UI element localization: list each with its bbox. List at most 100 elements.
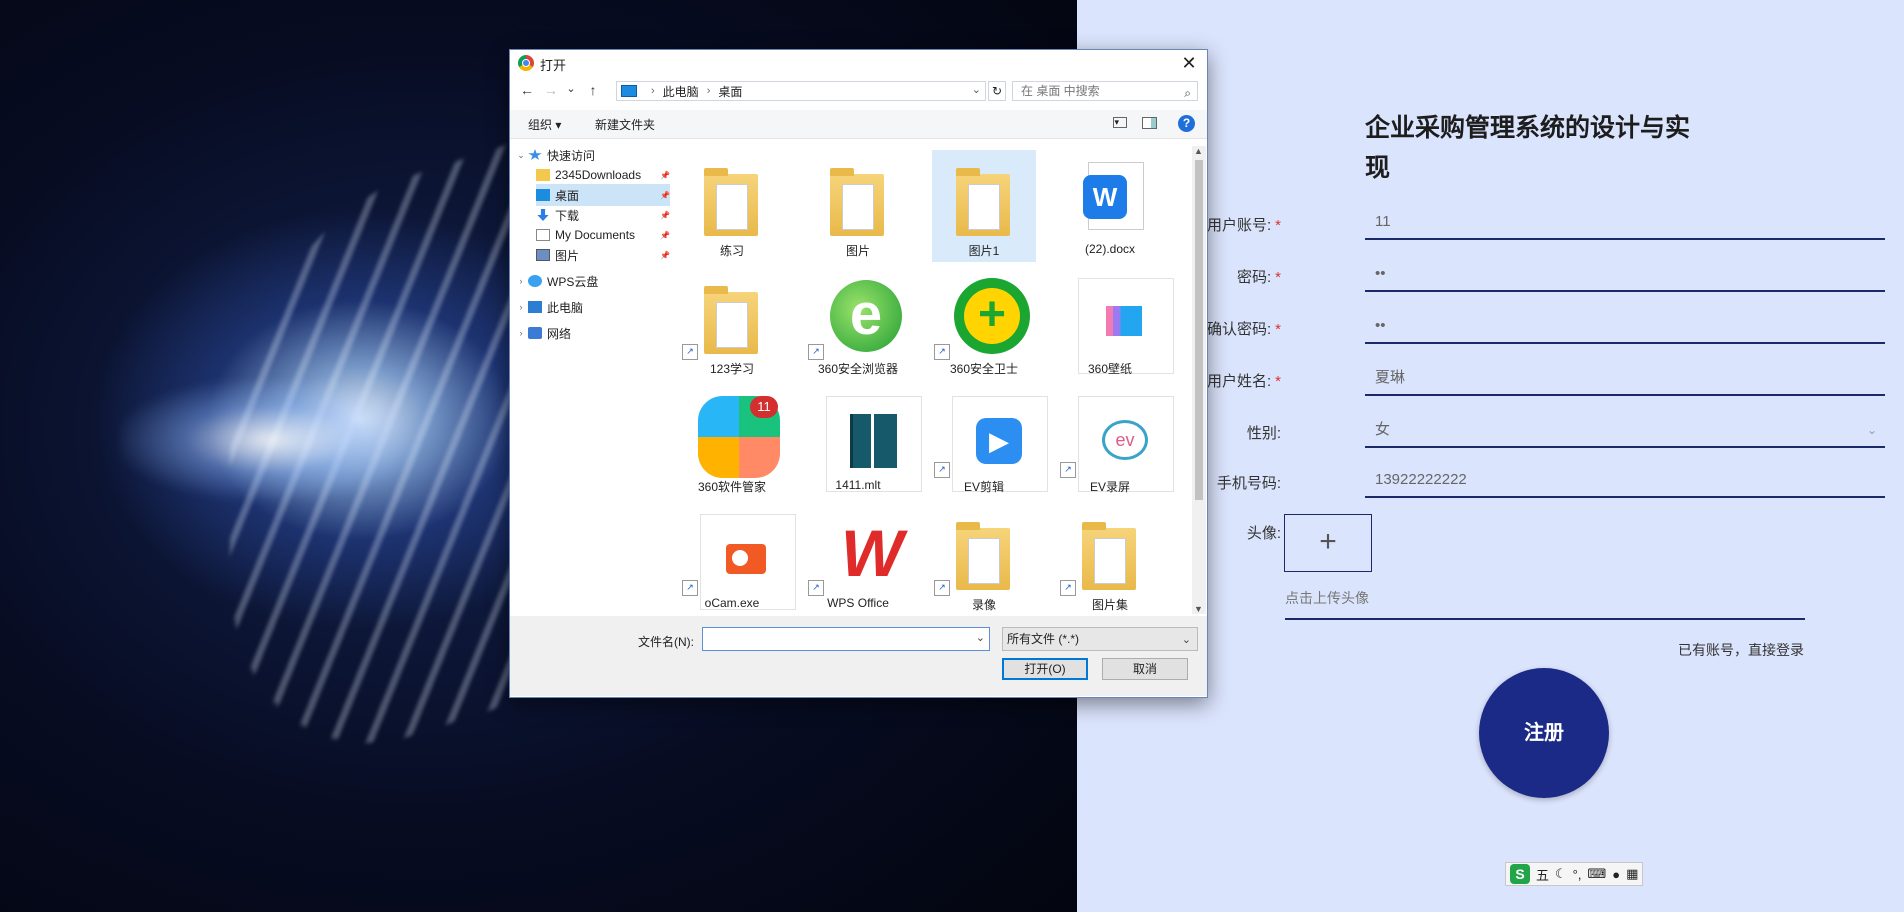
chevron-right-icon[interactable]: ›	[514, 328, 528, 338]
login-link[interactable]: 已有账号，直接登录	[1678, 640, 1804, 660]
search-input[interactable]: 在 桌面 中搜索 ⌕	[1012, 81, 1198, 101]
sidebar-item[interactable]: ⌄ 快速访问	[514, 144, 670, 166]
username-input[interactable]: 11	[1365, 206, 1885, 240]
video-editor-icon: ▶	[976, 418, 1022, 464]
chevron-down-icon[interactable]: ⌄	[514, 150, 528, 161]
chevron-right-icon[interactable]: ›	[514, 276, 528, 286]
organize-button[interactable]: 组织 ▾	[528, 116, 561, 133]
moon-icon[interactable]: ☾	[1555, 866, 1567, 882]
close-button[interactable]: ✕	[1177, 51, 1201, 75]
file-list: 练习 图片 图片1 W (22).docx ↗ 123学习 e ↗ 360安全浏览器 + ↗ 360安全…	[680, 146, 1190, 614]
file-item[interactable]: + ↗ 360安全卫士	[932, 268, 1036, 380]
network-icon	[528, 327, 542, 339]
username-row: 用户账号: * 11	[1157, 204, 1885, 244]
cancel-button[interactable]: 取消	[1102, 658, 1188, 680]
back-button[interactable]: ←	[518, 82, 536, 98]
file-item[interactable]: W (22).docx	[1058, 150, 1162, 262]
folder-icon	[1082, 522, 1136, 590]
grid-icon[interactable]: ▦	[1626, 866, 1638, 882]
file-item[interactable]: W ↗ WPS Office	[806, 504, 910, 614]
punct-icon[interactable]: °,	[1573, 867, 1582, 882]
scroll-up-icon[interactable]: ▲	[1194, 146, 1203, 156]
user-icon[interactable]: ●	[1612, 867, 1620, 882]
ime-toolbar[interactable]: S 五 ☾ °, ⌨ ● ▦	[1505, 862, 1644, 886]
recent-locations-button[interactable]: ⌄	[562, 82, 580, 95]
filename-input[interactable]: ⌄	[702, 627, 990, 651]
file-item[interactable]: ▶ ↗ EV剪辑	[932, 386, 1048, 498]
file-item[interactable]: 1411.mlt	[806, 386, 922, 498]
up-button[interactable]: ↑	[584, 82, 602, 98]
breadcrumb-item[interactable]: 此电脑	[663, 83, 699, 100]
vertical-scrollbar[interactable]: ▲ ▼	[1192, 146, 1206, 614]
file-icon: ▶ ↗	[934, 394, 1048, 492]
avatar-upload-button[interactable]: +	[1284, 514, 1372, 572]
sidebar-item[interactable]: 图片 📌	[536, 244, 670, 266]
file-item[interactable]: 图片1	[932, 150, 1036, 262]
dialog-footer: 文件名(N): ⌄ 所有文件 (*.*) ⌄ 打开(O) 取消	[510, 616, 1207, 696]
file-item[interactable]: ↗ 录像	[932, 504, 1036, 614]
file-icon	[820, 394, 922, 492]
scrollbar-thumb[interactable]	[1195, 160, 1203, 500]
file-item[interactable]: 360壁纸	[1058, 268, 1174, 380]
forward-button[interactable]: →	[542, 82, 560, 98]
folder-preview	[716, 184, 748, 230]
password-row: 密码: * ••	[1157, 256, 1885, 296]
chevron-right-icon: ›	[706, 85, 711, 97]
file-item[interactable]: 11 360软件管家	[680, 386, 784, 498]
folder-icon	[956, 168, 1010, 236]
chevron-right-icon[interactable]: ›	[514, 302, 528, 312]
pin-icon: 📌	[660, 210, 670, 220]
folder-preview	[968, 184, 1000, 230]
gender-select[interactable]: 女 ⌄	[1365, 414, 1885, 448]
chevron-down-icon[interactable]: ⌄	[972, 83, 981, 96]
file-item[interactable]: ↗ 图片集	[1058, 504, 1162, 614]
file-name: 练习	[719, 244, 744, 258]
file-icon: ↗	[934, 512, 1022, 596]
file-item[interactable]: ↗ 123学习	[680, 268, 784, 380]
file-item[interactable]: 练习	[680, 150, 784, 262]
ime-mode[interactable]: 五	[1536, 865, 1549, 884]
open-button[interactable]: 打开(O)	[1002, 658, 1088, 680]
browser-icon: e	[830, 280, 902, 352]
folder-preview	[842, 184, 874, 230]
preview-pane-icon[interactable]	[1142, 117, 1157, 129]
breadcrumb-item[interactable]: 桌面	[718, 83, 742, 100]
sidebar-item[interactable]: 桌面 📌	[536, 184, 670, 206]
chevron-down-icon[interactable]: ▾	[1114, 117, 1119, 128]
file-item[interactable]: ev ↗ EV录屏	[1058, 386, 1174, 498]
filetype-select[interactable]: 所有文件 (*.*) ⌄	[1002, 627, 1198, 651]
refresh-button[interactable]: ↻	[988, 81, 1006, 101]
file-name: EV录屏	[1089, 480, 1130, 494]
sogou-logo-icon[interactable]: S	[1510, 864, 1530, 884]
search-placeholder: 在 桌面 中搜索	[1021, 84, 1100, 98]
new-folder-button[interactable]: 新建文件夹	[595, 116, 655, 133]
address-bar[interactable]: › 此电脑 › 桌面 ⌄	[616, 81, 986, 101]
file-icon: 11	[694, 394, 780, 478]
phone-input[interactable]: 13922222222	[1365, 464, 1885, 498]
password-input[interactable]: ••	[1365, 258, 1885, 292]
real-name-input[interactable]: 夏琳	[1365, 362, 1885, 396]
keyboard-icon[interactable]: ⌨	[1587, 866, 1606, 882]
confirm-password-input[interactable]: ••	[1365, 310, 1885, 344]
filename-label: 文件名(N):	[638, 635, 694, 649]
file-item[interactable]: e ↗ 360安全浏览器	[806, 268, 910, 380]
sidebar-item[interactable]: 下载 📌	[536, 204, 670, 226]
scroll-down-icon[interactable]: ▼	[1194, 604, 1203, 614]
file-item[interactable]: 图片	[806, 150, 910, 262]
sidebar-item[interactable]: My Documents 📌	[536, 224, 670, 246]
field-label-text: 用户姓名:	[1206, 373, 1272, 390]
sidebar-item[interactable]: › 网络	[514, 322, 670, 344]
sidebar-item[interactable]: 2345Downloads 📌	[536, 164, 670, 186]
dialog-titlebar[interactable]: 打开 ✕	[510, 50, 1207, 76]
help-icon[interactable]: ?	[1178, 115, 1195, 132]
sidebar-item[interactable]: › 此电脑	[514, 296, 670, 318]
file-name: 录像	[971, 598, 996, 612]
sidebar-item[interactable]: › WPS云盘	[514, 270, 670, 292]
file-item[interactable]: ↗ oCam.exe	[680, 504, 796, 614]
field-value: ••	[1375, 317, 1386, 334]
register-button[interactable]: 注册	[1479, 668, 1609, 798]
chevron-down-icon[interactable]: ⌄	[976, 631, 985, 644]
sidebar-item-label: My Documents	[555, 228, 636, 242]
avatar-row: 头像:	[1157, 512, 1877, 552]
file-name: 图片集	[1091, 598, 1128, 612]
